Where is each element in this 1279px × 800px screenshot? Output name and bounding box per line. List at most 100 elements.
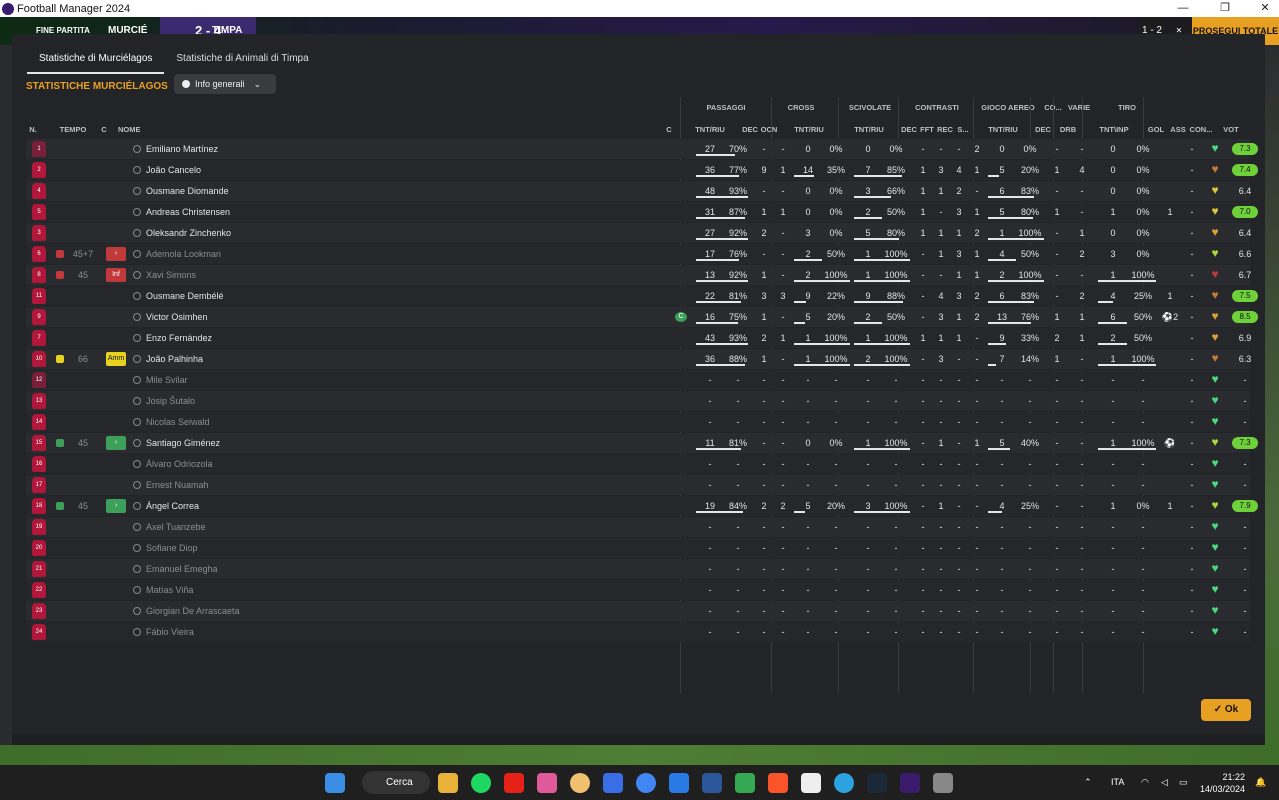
taskbar-clock[interactable]: 21:22 14/03/2024 [1200,771,1245,795]
pass-attempts: 27 [704,228,715,238]
player-row[interactable]: 19 Axel Tuanzebe - - - - - - - - - - - - - - - - - - - ♥ - [26,517,1250,537]
con-dec: - [921,396,925,406]
shot-percent: 0% [1136,228,1150,238]
rating-badge: 7.3 [1232,143,1258,155]
status-badge[interactable]: Inf [106,268,126,282]
column-header-con_dec[interactable]: DEC [900,125,918,134]
status-badge[interactable]: ‹ [106,247,126,261]
drive-icon[interactable] [735,773,755,793]
player-row[interactable]: 12 Mile Svilar - - - - - - - - - - - - - - - - - - - ♥ - [26,370,1250,390]
word-icon[interactable] [702,773,722,793]
column-header-co_dec[interactable]: DEC [1032,125,1054,134]
status-badge[interactable]: Amm [106,352,126,366]
column-header-tempo[interactable]: TEMPO [58,125,88,134]
player-row[interactable]: 3 Oleksandr Zinchenko 27 92% 2 - 3 0% 5 80% 1 1 1 2 1 1… [26,223,1251,243]
taskbar-search[interactable]: Cerca [362,771,430,794]
column-header-drb[interactable]: DRB [1054,125,1082,134]
tab-away-stats[interactable]: Statistiche di Animali di Timpa [164,44,320,74]
column-header-vot[interactable]: VOT [1216,125,1246,134]
goals: 1 [1167,291,1173,301]
player-row[interactable]: 15 45 › Santiago Giménez 11 81% - -0 0% 1 100% -1-1… [26,433,1258,453]
player-row[interactable]: 17 Ernest Nuamah - - - - - - - - - - - - - - - - - - - ♥ - [26,475,1250,495]
player-row[interactable]: 4 Ousmane Diomande 48 93% - - 0 0% 3 66% 1 1 2 - 6 83% -… [26,181,1251,201]
player-row[interactable]: 10 66 Amm João Palhinha 36 88% 1 - 1 100% 2 100% - 3 -… [26,349,1251,369]
aerial-percent: 83% [1020,291,1039,301]
column-header-con[interactable]: CON... [1188,125,1214,134]
con-dec: - [921,144,925,154]
column-header-sciv_tnt[interactable]: TNT/RIU [840,125,898,134]
tackle-attempts: 0 [865,144,871,154]
explorer-icon[interactable] [438,773,458,793]
player-row[interactable]: 6 45+7 ‹ Ademola Lookman 17 76% - - 2 50% 1 100% - 1 3… [26,244,1251,264]
column-header-nome[interactable]: NOME [118,125,178,134]
chrome-icon[interactable] [636,773,656,793]
maximize-button[interactable]: ❐ [1211,0,1239,17]
spotify-icon[interactable] [471,773,491,793]
volume-icon[interactable]: ◁ [1161,777,1168,788]
game-icon[interactable] [570,773,590,793]
condition-heart-icon: ♥ [1211,624,1219,638]
column-header-pass_tnt[interactable]: TNT/RIU [681,125,739,134]
goals [1158,475,1182,495]
wifi-icon[interactable]: ◠ [1141,777,1149,788]
player-row[interactable]: 7 Enzo Fernández 43 93% 2 1 1 100% 1 100% 1 1 1 - 9 33%… [26,328,1251,348]
column-header-con_rec[interactable]: REC [936,125,954,134]
view-dropdown[interactable]: Info generali ⌄ [174,74,276,94]
player-row[interactable]: 18 45 › Ángel Correa 19 84% 2 2 5 20% 3 100% - 1 - - 4 25… [26,496,1258,516]
column-header-tiro_tnt[interactable]: TNT\INP [1084,125,1144,134]
column-header-c[interactable]: C [96,125,112,134]
player-row[interactable]: 9 Victor Osimhen C 16 75% 1-5 20% 2 50% -3 1 2 13 76%… [26,307,1258,327]
player-row[interactable]: 14 Nicolas Seiwald - - - - - - - - - - - - - - - - - - - ♥ - [26,412,1250,432]
youtube-icon[interactable] [504,773,524,793]
player-row[interactable]: 21 Emanuel Emegha - - - - - - - - - - - - - - - - - - - ♥ - [26,559,1250,579]
column-header-n[interactable]: N. [22,125,44,134]
notion-icon[interactable] [801,773,821,793]
tray-chevron-icon[interactable]: ⌃ [1084,777,1092,788]
player-row[interactable]: 2 João Cancelo 36 77% 9 1 14 35% 7 85% 1 3 4 1 5 20% 1 4 0… [26,160,1258,180]
tab-home-stats[interactable]: Statistiche di Murciélagos [27,44,165,74]
fm-taskbar-icon[interactable] [900,773,920,793]
column-header-ass[interactable]: ASS [1168,125,1188,134]
brave-icon[interactable] [768,773,788,793]
app-icon[interactable] [933,773,953,793]
pass-percent: 76% [728,249,747,259]
player-row[interactable]: 20 Sofiane Diop - - - - - - - - - - - - - - - - - - - ♥ - [26,538,1250,558]
language-indicator[interactable]: ITA [1111,777,1124,787]
player-row[interactable]: 8 45 Inf Xavi Simons 13 92% 1 - 2 100% 1 100% - - 1 1 2 1… [26,265,1251,285]
ok-button[interactable]: ✓ Ok [1201,699,1251,721]
player-row[interactable]: 1 Emiliano Martínez 27 70% - - 0 0% 0 0% - - - 2 0 0% - -… [26,139,1258,159]
player-row[interactable]: 24 Fábio Vieira - - - - - - - - - - - - - - - - - - - ♥ - [26,622,1250,642]
column-header-pass_ocn[interactable]: OCN [760,125,778,134]
start-icon[interactable] [325,773,345,793]
column-header-gol[interactable]: GOL [1144,125,1168,134]
aerial-attempts: 2 [999,270,1005,280]
shirt-number-icon: 13 [32,393,46,409]
player-row[interactable]: 13 Josip Šutalo - - - - - - - - - - - - - - - - - - - ♥ - [26,391,1250,411]
calendar-icon[interactable] [603,773,623,793]
battery-icon[interactable]: ▭ [1179,777,1188,788]
player-row[interactable]: 16 Álvaro Odriozola - - - - - - - - - - - - - - - - - - - ♥ - [26,454,1250,474]
column-header-con_s[interactable]: S... [954,125,972,134]
column-header-pass_dec[interactable]: DEC [741,125,759,134]
aerial-attempts: 13 [996,312,1007,322]
player-row[interactable]: 23 Giorgian De Arrascaeta - - - - - - - - - - - - - - - -… [26,601,1250,621]
close-button[interactable]: ✕ [1251,0,1279,17]
pass-ocn: - [781,627,785,637]
goals [1158,601,1182,621]
status-badge[interactable]: › [106,499,126,513]
column-header-aer_tnt[interactable]: TNT/RIU [974,125,1032,134]
photos-icon[interactable] [537,773,557,793]
notes-icon[interactable] [669,773,689,793]
steam-icon[interactable] [867,773,887,793]
column-header-cross_tnt[interactable]: TNT/RIU [780,125,838,134]
telegram-icon[interactable] [834,773,854,793]
status-badge[interactable]: › [106,436,126,450]
notification-icon[interactable]: 🔔 [1255,777,1266,788]
minimize-button[interactable]: — [1169,0,1197,17]
column-header-cap[interactable]: C [664,125,674,134]
column-header-con_fft[interactable]: FFT [918,125,936,134]
player-row[interactable]: 22 Matías Viña - - - - - - - - - - - - - - - - - - - ♥ - [26,580,1250,600]
player-row[interactable]: 11 Ousmane Dembélé 22 81% 3 3 9 22% 9 88% - 4 3 2 6 83%… [26,286,1258,306]
pass-attempts: 17 [704,249,715,259]
player-row[interactable]: 5 Andreas Christensen 31 87% 1 1 0 0% 2 50% 1-3 1 5 8… [26,202,1258,222]
